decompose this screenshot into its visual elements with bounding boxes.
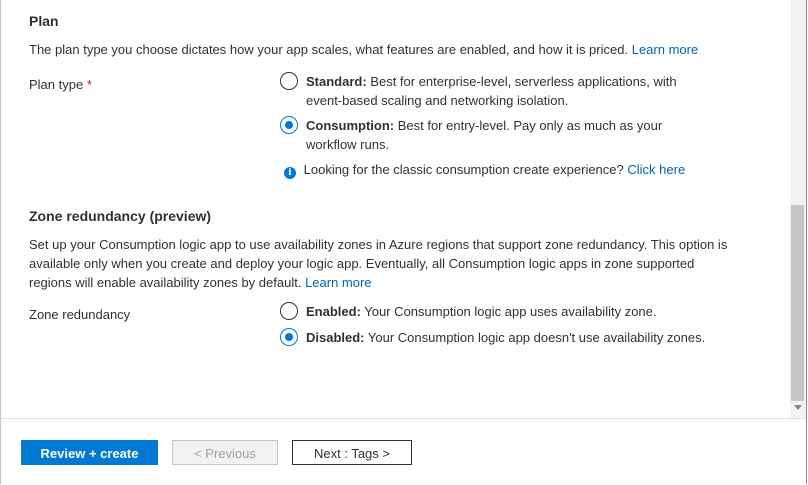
- classic-click-here-link[interactable]: Click here: [627, 162, 685, 177]
- form-content: Plan The plan type you choose dictates h…: [1, 0, 790, 418]
- plan-description-text: The plan type you choose dictates how yo…: [29, 42, 629, 57]
- zone-enabled-radio[interactable]: [280, 302, 298, 320]
- plan-consumption-radio[interactable]: [280, 116, 298, 134]
- plan-heading: Plan: [29, 13, 59, 29]
- plan-type-label: Plan type *: [29, 75, 92, 94]
- next-tags-button[interactable]: Next : Tags >: [292, 440, 412, 465]
- zone-learn-more-link[interactable]: Learn more: [305, 275, 371, 290]
- previous-button[interactable]: < Previous: [172, 440, 278, 465]
- plan-standard-option[interactable]: Standard: Best for enterprise-level, ser…: [306, 72, 686, 110]
- zone-label: Zone redundancy: [29, 307, 131, 322]
- scrollbar-thumb[interactable]: [791, 205, 804, 401]
- zone-description-text: Set up your Consumption logic app to use…: [29, 237, 728, 290]
- plan-standard-title: Standard:: [306, 74, 367, 89]
- zone-heading: Zone redundancy (preview): [29, 208, 212, 224]
- zone-enabled-title: Enabled:: [306, 304, 361, 319]
- plan-learn-more-link[interactable]: Learn more: [632, 42, 698, 57]
- plan-standard-radio[interactable]: [280, 72, 298, 90]
- classic-info-text: Looking for the classic consumption crea…: [303, 162, 624, 177]
- info-icon: i: [284, 167, 296, 179]
- zone-disabled-option[interactable]: Disabled: Your Consumption logic app doe…: [306, 328, 705, 347]
- zone-disabled-radio[interactable]: [280, 328, 298, 346]
- footer-bar: Review + create < Previous Next : Tags >: [1, 418, 806, 485]
- zone-enabled-option[interactable]: Enabled: Your Consumption logic app uses…: [306, 302, 657, 321]
- review-create-button[interactable]: Review + create: [21, 440, 158, 465]
- required-marker: *: [86, 77, 92, 92]
- plan-description: The plan type you choose dictates how yo…: [29, 40, 698, 59]
- classic-info-row: i Looking for the classic consumption cr…: [284, 160, 685, 179]
- zone-enabled-text: Your Consumption logic app uses availabi…: [364, 304, 657, 319]
- zone-disabled-title: Disabled:: [306, 330, 365, 345]
- chevron-down-icon[interactable]: [794, 405, 802, 410]
- plan-consumption-title: Consumption:: [306, 118, 395, 133]
- plan-type-label-text: Plan type: [29, 77, 84, 92]
- zone-disabled-text: Your Consumption logic app doesn't use a…: [367, 330, 706, 345]
- vertical-scrollbar[interactable]: [790, 0, 806, 418]
- zone-description: Set up your Consumption logic app to use…: [29, 235, 729, 292]
- plan-consumption-option[interactable]: Consumption: Best for entry-level. Pay o…: [306, 116, 676, 154]
